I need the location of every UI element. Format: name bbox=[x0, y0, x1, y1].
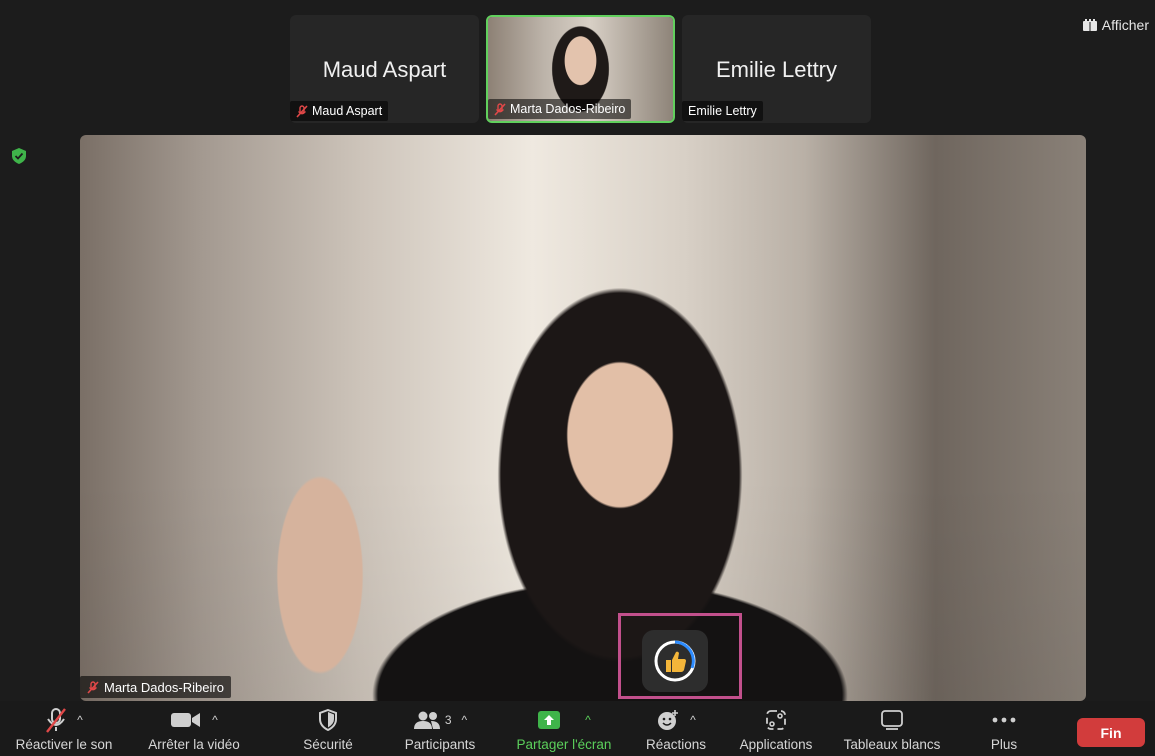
muted-mic-icon bbox=[296, 104, 308, 118]
participant-name: Maud Aspart bbox=[312, 104, 383, 118]
participants-icon bbox=[413, 711, 440, 729]
reaction-badge bbox=[642, 630, 708, 692]
meeting-toolbar: ^ Réactiver le son ^ Arrêter la vidéo Sé… bbox=[0, 701, 1155, 756]
whiteboards-button[interactable]: Tableaux blancs bbox=[836, 701, 948, 756]
view-button[interactable]: Afficher bbox=[1082, 14, 1149, 36]
participants-count: 3 bbox=[444, 713, 452, 727]
share-options-caret[interactable]: ^ bbox=[585, 713, 591, 727]
main-speaker-video bbox=[80, 135, 1086, 701]
participant-name: Emilie Lettry bbox=[688, 104, 757, 118]
grid-view-icon bbox=[1082, 19, 1097, 31]
apps-label: Applications bbox=[739, 737, 813, 752]
main-speaker-name: Marta Dados-Ribeiro bbox=[104, 679, 224, 695]
encryption-shield-icon[interactable] bbox=[10, 147, 28, 165]
more-button[interactable]: Plus bbox=[974, 701, 1034, 756]
more-dots-icon bbox=[992, 717, 1016, 723]
participants-label: Participants bbox=[404, 737, 476, 752]
muted-mic-icon bbox=[494, 102, 506, 116]
share-screen-button[interactable]: ^ Partager l'écran bbox=[506, 701, 622, 756]
meeting-window: Afficher Maud Aspart Maud Aspart Marta D… bbox=[0, 0, 1155, 756]
participant-display-name: Maud Aspart bbox=[322, 57, 447, 82]
add-reaction-icon bbox=[658, 710, 679, 730]
participant-display-name: Emilie Lettry bbox=[715, 57, 838, 82]
participants-button[interactable]: 3 ^ Participants bbox=[390, 701, 490, 756]
participant-tile-marta[interactable]: Marta Dados-Ribeiro bbox=[486, 15, 675, 123]
security-shield-icon bbox=[319, 709, 337, 731]
video-camera-icon bbox=[171, 713, 201, 727]
stop-video-button[interactable]: ^ Arrêter la vidéo bbox=[134, 701, 254, 756]
video-options-caret[interactable]: ^ bbox=[212, 713, 218, 727]
unmute-button[interactable]: ^ Réactiver le son bbox=[0, 701, 128, 756]
participant-name: Marta Dados-Ribeiro bbox=[510, 102, 626, 116]
reactions-button[interactable]: ^ Réactions bbox=[638, 701, 714, 756]
muted-mic-icon bbox=[46, 708, 67, 733]
unmute-label: Réactiver le son bbox=[15, 737, 113, 752]
participant-nametag: Emilie Lettry bbox=[682, 101, 763, 121]
whiteboards-label: Tableaux blancs bbox=[843, 737, 941, 752]
reactions-label: Réactions bbox=[645, 737, 707, 752]
thumbs-up-icon bbox=[654, 640, 696, 682]
end-meeting-button[interactable]: Fin bbox=[1077, 718, 1145, 747]
share-screen-icon bbox=[538, 711, 561, 729]
audio-options-caret[interactable]: ^ bbox=[77, 713, 83, 727]
participant-tile-maud[interactable]: Maud Aspart Maud Aspart bbox=[290, 15, 479, 123]
more-label: Plus bbox=[990, 737, 1018, 752]
participant-tile-emilie[interactable]: Emilie Lettry Emilie Lettry bbox=[682, 15, 871, 123]
participants-options-caret[interactable]: ^ bbox=[462, 713, 468, 727]
whiteboard-icon bbox=[881, 710, 903, 730]
share-screen-label: Partager l'écran bbox=[516, 737, 612, 752]
participant-nametag: Marta Dados-Ribeiro bbox=[488, 99, 632, 119]
apps-icon bbox=[766, 710, 786, 730]
apps-button[interactable]: Applications bbox=[732, 701, 820, 756]
reactions-options-caret[interactable]: ^ bbox=[690, 713, 696, 727]
stop-video-label: Arrêter la vidéo bbox=[148, 737, 240, 752]
participant-nametag: Maud Aspart bbox=[290, 101, 389, 121]
view-button-label: Afficher bbox=[1101, 17, 1149, 33]
security-label: Sécurité bbox=[303, 737, 353, 752]
muted-mic-icon bbox=[87, 680, 99, 694]
main-speaker-nametag: Marta Dados-Ribeiro bbox=[80, 676, 231, 698]
security-button[interactable]: Sécurité bbox=[288, 701, 368, 756]
